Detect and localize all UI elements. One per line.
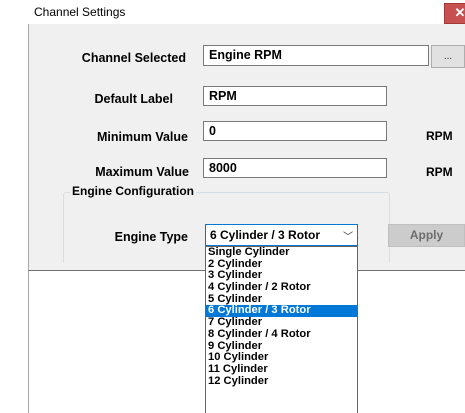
minimum-value-field[interactable]: 0 xyxy=(203,121,387,141)
default-label-label: Default Label xyxy=(94,92,174,106)
maximum-value-field[interactable]: 8000 xyxy=(203,158,387,178)
minimum-value-label: Minimum Value xyxy=(97,130,188,144)
minimum-value-unit: RPM xyxy=(426,129,453,143)
chevron-down-icon[interactable]: ﹀ xyxy=(343,228,353,243)
channel-selected-label: Channel Selected xyxy=(81,51,186,65)
engine-type-selected-value: 6 Cylinder / 3 Rotor xyxy=(210,228,321,242)
dropdown-option[interactable]: 11 Cylinder xyxy=(206,363,357,376)
channel-selected-field[interactable]: Engine RPM xyxy=(203,45,429,66)
dropdown-option[interactable]: 12 Cylinder xyxy=(206,375,357,388)
engine-type-dropdown-list[interactable]: Single Cylinder 2 Cylinder 3 Cylinder 4 … xyxy=(205,246,358,413)
engine-type-label: Engine Type xyxy=(114,230,188,244)
apply-button[interactable]: Apply xyxy=(388,224,465,247)
engine-type-select[interactable]: 6 Cylinder / 3 Rotor xyxy=(205,224,358,246)
engine-configuration-title: Engine Configuration xyxy=(70,184,196,198)
maximum-value-unit: RPM xyxy=(426,165,453,179)
close-button[interactable]: ✕ xyxy=(444,3,465,24)
ellipsis-icon: ... xyxy=(443,51,453,62)
close-icon: ✕ xyxy=(454,5,465,20)
maximum-value-label: Maximum Value xyxy=(95,165,189,179)
default-label-field[interactable]: RPM xyxy=(203,86,387,106)
title-bar: Channel Settings ✕ xyxy=(28,0,465,25)
dropdown-option[interactable]: 8 Cylinder / 4 Rotor xyxy=(206,328,357,341)
window-title: Channel Settings xyxy=(34,5,126,19)
dropdown-option[interactable]: 4 Cylinder / 2 Rotor xyxy=(206,281,357,294)
browse-button[interactable]: ... xyxy=(431,45,465,68)
dropdown-option[interactable]: Single Cylinder xyxy=(206,247,357,259)
